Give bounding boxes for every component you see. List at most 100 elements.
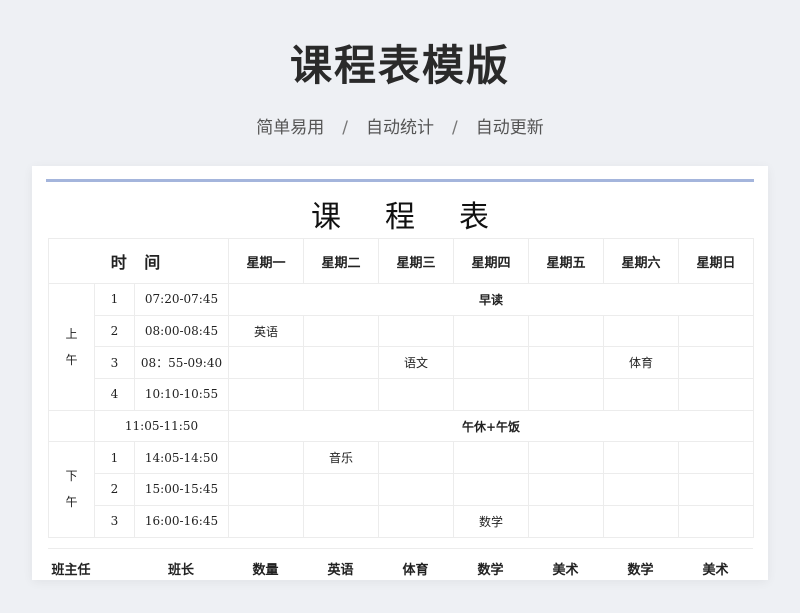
footer-label: 美术 xyxy=(702,563,729,578)
period-time: 07:20-07:45 xyxy=(134,283,229,316)
period-time: 08:00-08:45 xyxy=(134,314,229,348)
period-number: 1 xyxy=(94,441,135,475)
course-cell[interactable] xyxy=(303,378,379,411)
course-cell[interactable] xyxy=(228,473,304,506)
table-row: 3 16:00-16:45 数学 xyxy=(49,504,754,538)
footer-label: 班长 xyxy=(167,563,194,578)
course-cell[interactable] xyxy=(603,378,679,411)
course-cell[interactable] xyxy=(303,504,379,538)
table-row: 2 08:00-08:45 英语 xyxy=(49,314,754,348)
course-cell[interactable] xyxy=(378,314,454,348)
course-cell[interactable]: 语文 xyxy=(378,346,454,380)
course-cell[interactable] xyxy=(528,473,604,506)
course-cell[interactable] xyxy=(528,346,604,380)
table-row: 下 午 1 14:05-14:50 音乐 xyxy=(48,441,754,538)
course-cell[interactable] xyxy=(603,441,679,475)
page-subtitle: 简单易用 / 自动统计 / 自动更新 xyxy=(0,113,800,138)
page-title: 课程表模版 xyxy=(289,41,510,90)
course-cell[interactable] xyxy=(603,473,679,506)
subtitle-separator: / xyxy=(342,118,348,138)
sheet-title: 课程表 xyxy=(32,192,768,236)
schedule-table: 时 间 星期一 星期二 星期三 星期四 星期五 星期六 星期日 上 午 1 07… xyxy=(48,238,754,538)
course-cell[interactable] xyxy=(678,504,754,538)
subtitle-separator: / xyxy=(452,118,458,138)
course-cell[interactable] xyxy=(678,441,754,475)
schedule-sheet: 课 程 表 时 间 星期一 星期二 星期三 星期四 星期五 星期六 星期日 上 午 … xyxy=(32,166,768,580)
course-cell[interactable] xyxy=(453,473,529,506)
day-header: 星期三 xyxy=(378,238,454,284)
sheet-title-char: 程 xyxy=(385,200,415,235)
footer-label: 体育 xyxy=(402,563,429,578)
period-time: 08：55-09:40 xyxy=(134,346,229,380)
afternoon-label-char: 下 xyxy=(65,469,78,484)
footer-label: 数学 xyxy=(627,563,654,578)
course-cell[interactable]: 音乐 xyxy=(303,441,379,475)
afternoon-label-char: 午 xyxy=(65,495,78,510)
course-cell[interactable] xyxy=(378,473,454,506)
break-blank xyxy=(48,409,95,443)
subtitle-item: 自动统计 xyxy=(366,118,434,138)
morning-label-char: 上 xyxy=(65,326,78,341)
course-cell[interactable] xyxy=(228,346,304,380)
period-number: 2 xyxy=(94,314,135,348)
day-header: 星期二 xyxy=(303,238,379,284)
morning-reading-cell[interactable]: 早读 xyxy=(228,283,754,316)
table-header-row: 时 间 星期一 星期二 星期三 星期四 星期五 星期六 星期日 xyxy=(48,238,754,284)
day-header: 星期一 xyxy=(228,238,304,284)
day-header: 星期日 xyxy=(678,238,754,284)
course-cell[interactable]: 体育 xyxy=(603,346,679,380)
footer-label: 数量 xyxy=(252,563,279,578)
course-cell[interactable] xyxy=(678,346,754,380)
course-cell[interactable]: 英语 xyxy=(228,314,304,348)
period-time: 16:00-16:45 xyxy=(134,504,229,538)
table-row: 3 08：55-09:40 语文 体育 xyxy=(49,346,754,380)
morning-label-char: 午 xyxy=(65,352,78,367)
course-cell[interactable] xyxy=(528,378,604,411)
course-cell[interactable] xyxy=(378,504,454,538)
course-cell[interactable] xyxy=(303,314,379,348)
subtitle-item: 自动更新 xyxy=(475,118,544,138)
sheet-title-char: 表 xyxy=(459,200,489,235)
course-cell[interactable] xyxy=(528,504,604,538)
course-cell[interactable] xyxy=(303,346,379,380)
day-header: 星期四 xyxy=(453,238,529,284)
period-time: 15:00-15:45 xyxy=(134,473,229,506)
morning-label: 上 午 xyxy=(48,283,95,411)
course-cell[interactable]: 数学 xyxy=(453,504,529,538)
period-number: 1 xyxy=(94,283,135,316)
course-cell[interactable] xyxy=(528,314,604,348)
break-time: 11:05-11:50 xyxy=(94,409,229,443)
course-cell[interactable] xyxy=(228,441,304,475)
course-cell[interactable] xyxy=(378,441,454,475)
course-cell[interactable] xyxy=(453,441,529,475)
footer-label: 班主任 xyxy=(51,563,91,578)
course-cell[interactable] xyxy=(453,378,529,411)
course-cell[interactable] xyxy=(228,378,304,411)
lunch-break-cell[interactable]: 午休+午饭 xyxy=(228,409,754,443)
course-cell[interactable] xyxy=(678,378,754,411)
table-row: 4 10:10-10:55 xyxy=(49,378,754,411)
course-cell[interactable] xyxy=(678,473,754,506)
day-header: 星期五 xyxy=(528,238,604,284)
course-cell[interactable] xyxy=(453,314,529,348)
period-number: 4 xyxy=(94,378,135,411)
course-cell[interactable] xyxy=(603,504,679,538)
course-cell[interactable] xyxy=(678,314,754,348)
course-cell[interactable] xyxy=(603,314,679,348)
footer-label: 美术 xyxy=(552,563,579,578)
footer-row: 班主任 班长 数量 英语 体育 数学 美术 数学 美术 xyxy=(48,548,753,580)
table-row: 11:05-11:50 午休+午饭 xyxy=(48,409,754,443)
course-cell[interactable] xyxy=(528,441,604,475)
footer-label: 英语 xyxy=(327,563,354,578)
period-number: 3 xyxy=(94,346,135,380)
course-cell[interactable] xyxy=(378,378,454,411)
table-row: 2 15:00-15:45 xyxy=(49,473,754,506)
period-number: 2 xyxy=(94,473,135,506)
footer-label: 数学 xyxy=(477,563,504,578)
afternoon-label: 下 午 xyxy=(48,441,95,538)
course-cell[interactable] xyxy=(303,473,379,506)
course-cell[interactable] xyxy=(228,504,304,538)
course-cell[interactable] xyxy=(453,346,529,380)
period-time: 10:10-10:55 xyxy=(134,378,229,411)
time-header: 时 间 xyxy=(48,238,229,284)
